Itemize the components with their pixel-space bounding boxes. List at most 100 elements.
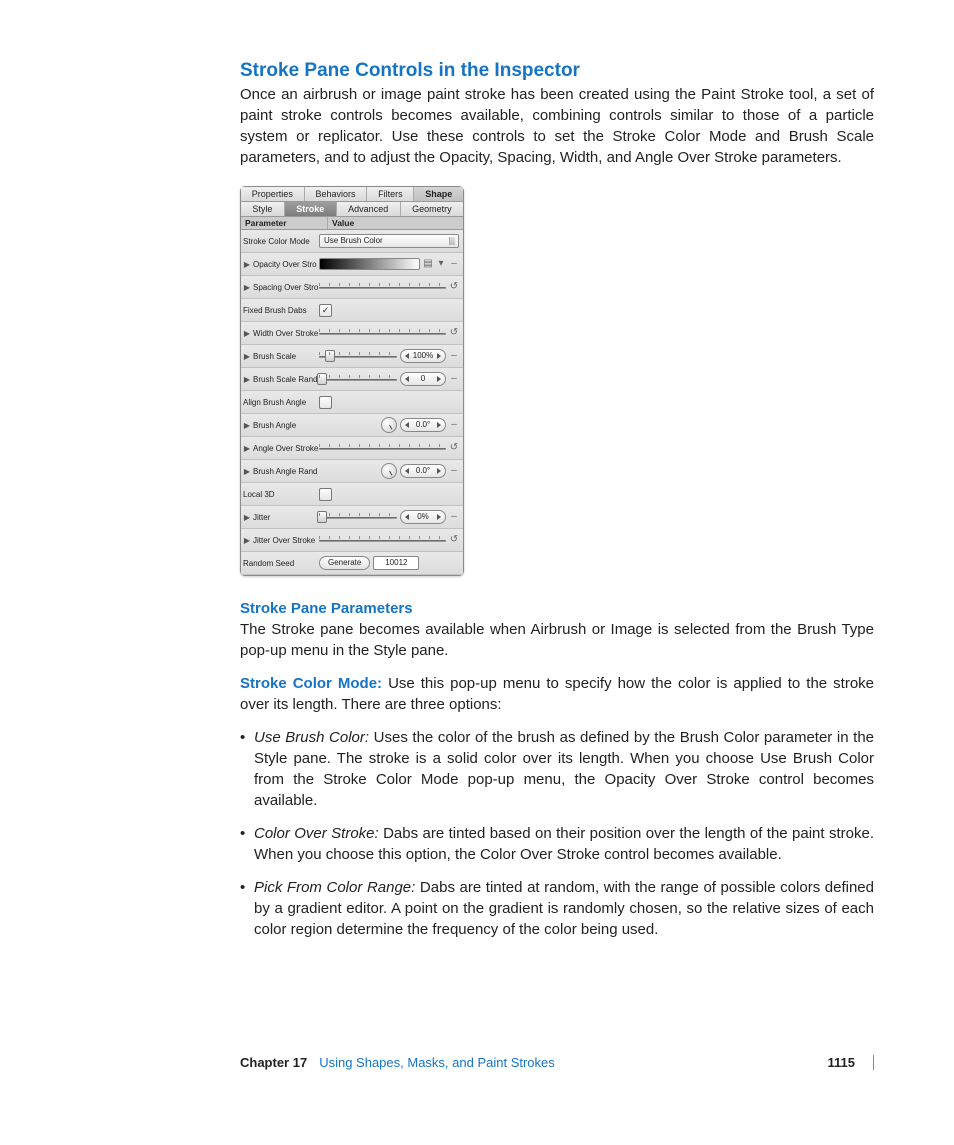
color-well-icon[interactable]: ▤	[423, 258, 433, 270]
option-color-over-stroke: • Color Over Stroke: Dabs are tinted bas…	[240, 823, 874, 865]
stepper-brush-scale-rand[interactable]: 0	[400, 372, 446, 386]
reset-icon[interactable]: ↺	[449, 534, 459, 546]
generate-button[interactable]: Generate	[319, 556, 370, 570]
label-random-seed: Random Seed	[243, 559, 294, 568]
footer-page-number: 1115	[828, 1055, 856, 1070]
bullet-icon: •	[240, 823, 245, 844]
row-align-brush-angle: Align Brush Angle	[241, 391, 463, 414]
page-content: Stroke Pane Controls in the Inspector On…	[0, 0, 954, 1100]
row-local-3d: Local 3D	[241, 483, 463, 506]
label-align-brush-angle: Align Brush Angle	[243, 398, 306, 407]
reset-icon[interactable]: –	[449, 350, 459, 362]
reset-icon[interactable]: –	[449, 465, 459, 477]
slider-brush-scale-rand[interactable]	[319, 374, 397, 384]
label-brush-angle-rand: Brush Angle Rand	[253, 467, 318, 476]
row-spacing-over-stroke: ▶Spacing Over Stro ↺	[241, 276, 463, 299]
stepper-brush-angle-rand[interactable]: 0.0°	[400, 464, 446, 478]
header-value: Value	[328, 217, 463, 229]
mini-curve[interactable]	[319, 282, 446, 292]
subtab-stroke[interactable]: Stroke	[285, 202, 337, 216]
reset-icon[interactable]: –	[449, 419, 459, 431]
bullet-icon: •	[240, 727, 245, 748]
label-local-3d: Local 3D	[243, 490, 275, 499]
stepper-brush-angle[interactable]: 0.0°	[400, 418, 446, 432]
inspector-top-tabs: Properties Behaviors Filters Shape	[241, 187, 463, 202]
row-angle-over-stroke: ▶Angle Over Stroke ↺	[241, 437, 463, 460]
row-brush-scale: ▶Brush Scale 100% –	[241, 345, 463, 368]
checkbox-align-angle[interactable]	[319, 396, 332, 409]
checkbox-fixed-dabs[interactable]: ✓	[319, 304, 332, 317]
label-jitter-over-stroke: Jitter Over Stroke	[253, 536, 315, 545]
disclosure-icon[interactable]: ▶	[243, 444, 251, 452]
reset-icon[interactable]: ↺	[449, 327, 459, 339]
footer-chapter: Chapter 17	[240, 1055, 307, 1070]
slider-brush-scale[interactable]	[319, 351, 397, 361]
disclosure-icon[interactable]: ▶	[243, 467, 251, 475]
page-footer: Chapter 17 Using Shapes, Masks, and Pain…	[240, 1055, 874, 1070]
disclosure-icon[interactable]: ▶	[243, 260, 251, 268]
option-use-brush-color: • Use Brush Color: Uses the color of the…	[240, 727, 874, 811]
tab-behaviors[interactable]: Behaviors	[305, 187, 368, 201]
random-seed-field[interactable]: 10012	[373, 556, 419, 570]
label-brush-scale-rand: Brush Scale Rand	[253, 375, 317, 384]
tab-properties[interactable]: Properties	[241, 187, 305, 201]
inspector-panel: Properties Behaviors Filters Shape Style…	[240, 186, 464, 576]
options-list: • Use Brush Color: Uses the color of the…	[240, 727, 874, 940]
gradient-opacity[interactable]	[319, 258, 420, 270]
dial-brush-angle[interactable]	[381, 417, 397, 433]
label-opacity-over-stroke: Opacity Over Stro	[253, 260, 317, 269]
disclosure-icon[interactable]: ▶	[243, 513, 251, 521]
disclosure-icon[interactable]: ▶	[243, 329, 251, 337]
reset-icon[interactable]: ↺	[449, 281, 459, 293]
reset-icon[interactable]: ↺	[449, 442, 459, 454]
reset-icon[interactable]: –	[449, 373, 459, 385]
reset-icon[interactable]: –	[449, 258, 459, 270]
subtab-style[interactable]: Style	[241, 202, 285, 216]
row-fixed-brush-dabs: Fixed Brush Dabs ✓	[241, 299, 463, 322]
reset-icon[interactable]: –	[449, 511, 459, 523]
row-jitter-over-stroke: ▶Jitter Over Stroke ↺	[241, 529, 463, 552]
mini-curve[interactable]	[319, 535, 446, 545]
label-stroke-color-mode: Stroke Color Mode	[243, 237, 310, 246]
stepper-jitter[interactable]: 0%	[400, 510, 446, 524]
stepper-brush-scale[interactable]: 100%	[400, 349, 446, 363]
mini-curve[interactable]	[319, 328, 446, 338]
label-width-over-stroke: Width Over Stroke	[253, 329, 318, 338]
label-fixed-brush-dabs: Fixed Brush Dabs	[243, 306, 307, 315]
inspector-column-headers: Parameter Value	[241, 217, 463, 230]
row-stroke-color-mode: Stroke Color Mode Use Brush Color	[241, 230, 463, 253]
row-brush-angle-rand: ▶Brush Angle Rand 0.0° –	[241, 460, 463, 483]
inspector-sub-tabs: Style Stroke Advanced Geometry	[241, 202, 463, 217]
row-brush-scale-rand: ▶Brush Scale Rand 0 –	[241, 368, 463, 391]
label-brush-angle: Brush Angle	[253, 421, 296, 430]
disclosure-icon[interactable]: ▶	[243, 421, 251, 429]
term-stroke-color-mode: Stroke Color Mode:	[240, 675, 382, 692]
popup-stroke-color-mode[interactable]: Use Brush Color	[319, 234, 459, 248]
disclosure-icon[interactable]: ▶	[243, 352, 251, 360]
checkbox-local-3d[interactable]	[319, 488, 332, 501]
subtab-geometry[interactable]: Geometry	[401, 202, 463, 216]
row-opacity-over-stroke: ▶Opacity Over Stro ▤ ▾ –	[241, 253, 463, 276]
header-parameter: Parameter	[241, 217, 328, 229]
mini-curve[interactable]	[319, 443, 446, 453]
bullet-icon: •	[240, 877, 245, 898]
subtab-advanced[interactable]: Advanced	[337, 202, 401, 216]
intro-paragraph: Once an airbrush or image paint stroke h…	[240, 84, 874, 168]
label-angle-over-stroke: Angle Over Stroke	[253, 444, 318, 453]
section-title: Stroke Pane Controls in the Inspector	[240, 60, 874, 82]
slider-jitter[interactable]	[319, 512, 397, 522]
subsection-title: Stroke Pane Parameters	[240, 600, 874, 617]
option-name: Use Brush Color:	[254, 729, 369, 746]
dial-brush-angle-rand[interactable]	[381, 463, 397, 479]
tab-shape[interactable]: Shape	[414, 187, 463, 201]
option-pick-from-color-range: • Pick From Color Range: Dabs are tinted…	[240, 877, 874, 940]
stroke-pane-intro: The Stroke pane becomes available when A…	[240, 619, 874, 661]
row-random-seed: Random Seed Generate 10012	[241, 552, 463, 575]
disclosure-icon[interactable]: ▶	[243, 375, 251, 383]
row-jitter: ▶Jitter 0% –	[241, 506, 463, 529]
disclosure-icon[interactable]: ▶	[243, 283, 251, 291]
stroke-color-mode-paragraph: Stroke Color Mode: Use this pop-up menu …	[240, 673, 874, 715]
tab-filters[interactable]: Filters	[367, 187, 414, 201]
slot-menu-icon[interactable]: ▾	[436, 258, 446, 270]
disclosure-icon[interactable]: ▶	[243, 536, 251, 544]
